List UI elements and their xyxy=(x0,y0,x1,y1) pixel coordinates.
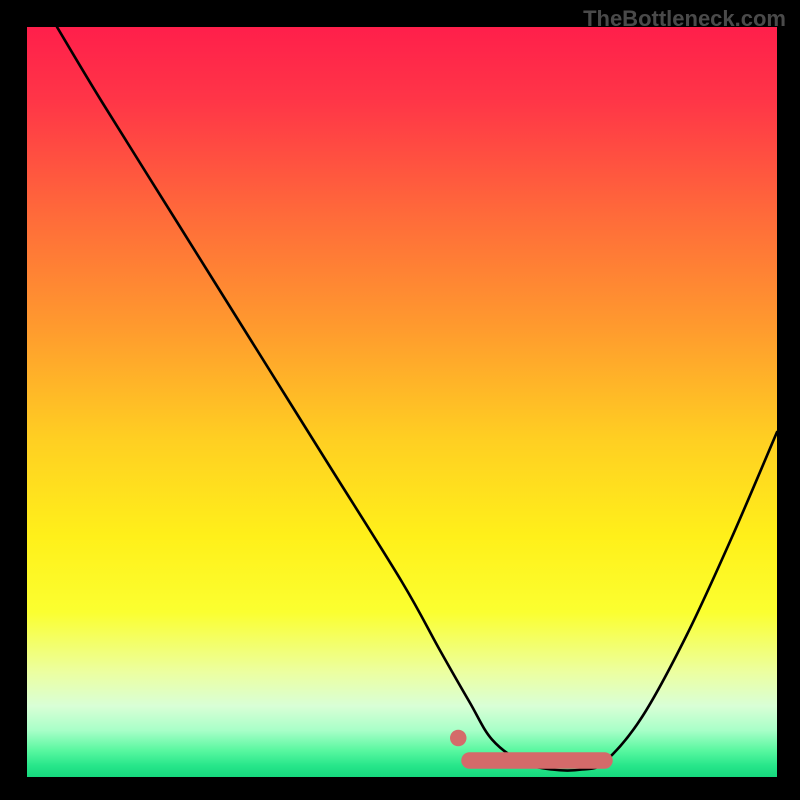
curve-layer xyxy=(27,27,777,777)
flat-zone-dot xyxy=(450,730,467,746)
plot-area xyxy=(27,27,777,777)
bottleneck-curve xyxy=(57,27,777,770)
chart-container: TheBottleneck.com xyxy=(0,0,800,800)
watermark-text: TheBottleneck.com xyxy=(583,6,786,32)
